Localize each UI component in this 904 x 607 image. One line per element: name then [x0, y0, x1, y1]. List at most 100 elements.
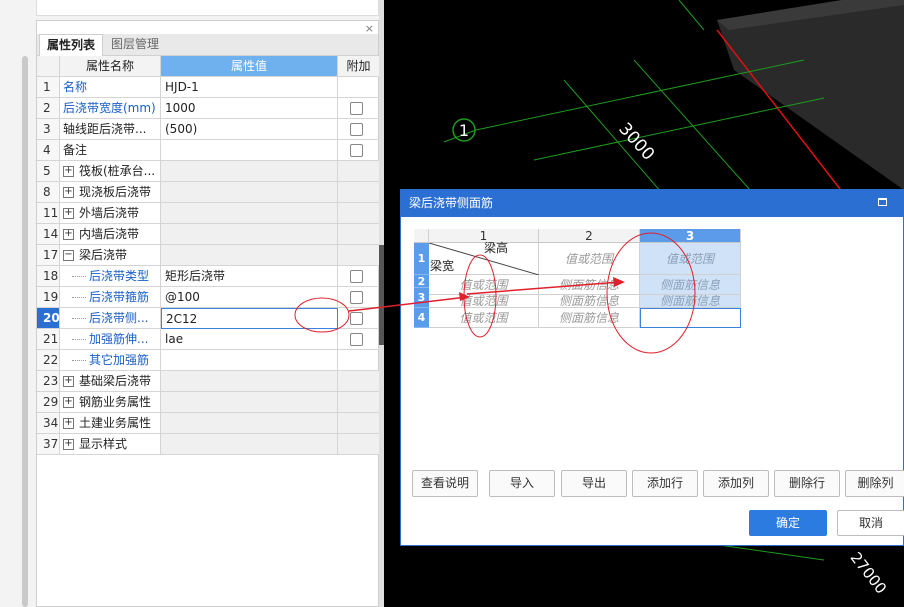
property-row[interactable]: 20 后浇带侧... 2C12···	[37, 308, 380, 329]
tab-property-list[interactable]: 属性列表	[39, 34, 104, 56]
property-row[interactable]: 21 加强筋伸... lae	[37, 329, 380, 350]
column-header-3[interactable]: 3	[640, 229, 741, 243]
table-cell[interactable]: 值或范围	[640, 243, 741, 275]
property-row[interactable]: 3 轴线距后浇带... (500)	[37, 119, 380, 140]
property-value[interactable]	[161, 350, 338, 371]
property-row[interactable]: 11 + 外墙后浇带	[37, 203, 380, 224]
add-row-button[interactable]: 添加行	[632, 470, 698, 497]
expand-icon[interactable]: +	[63, 229, 74, 240]
table-cell[interactable]: 侧面筋信息	[640, 295, 741, 308]
view-help-button[interactable]: 查看说明	[412, 470, 478, 497]
panel-scrollbar[interactable]	[22, 56, 28, 607]
attach-cell	[338, 287, 379, 308]
property-value[interactable]: lae	[161, 329, 338, 350]
expand-icon[interactable]: +	[63, 397, 74, 408]
property-value[interactable]	[161, 392, 338, 413]
attach-cell	[338, 119, 379, 140]
row-number: 18	[37, 266, 60, 287]
expand-icon[interactable]: +	[63, 418, 74, 429]
property-row[interactable]: 34 + 土建业务属性	[37, 413, 380, 434]
ok-button[interactable]: 确定	[749, 510, 827, 536]
table-cell[interactable]: 侧面筋信息	[640, 275, 741, 295]
delete-column-button[interactable]: 删除列	[845, 470, 904, 497]
expand-icon[interactable]: +	[63, 376, 74, 387]
property-value[interactable]: HJD-1	[161, 77, 338, 98]
property-row[interactable]: 4 备注	[37, 140, 380, 161]
property-value[interactable]	[161, 434, 338, 455]
delete-row-button[interactable]: 删除行	[774, 470, 840, 497]
property-name-cell: 后浇带类型	[60, 266, 161, 287]
property-value[interactable]: (500)	[161, 119, 338, 140]
property-name: 筏板(桩承台...	[79, 164, 156, 178]
property-row[interactable]: 1 名称 HJD-1	[37, 77, 380, 98]
attach-checkbox[interactable]	[350, 312, 363, 325]
export-button[interactable]: 导出	[561, 470, 627, 497]
row-number-1[interactable]: 1	[414, 243, 429, 275]
column-header-2[interactable]: 2	[539, 229, 640, 243]
attach-checkbox[interactable]	[350, 102, 363, 115]
property-row[interactable]: 17− 梁后浇带	[37, 245, 380, 266]
table-cell[interactable]: 侧面筋信息	[539, 295, 640, 308]
property-value-text: 矩形后浇带	[165, 269, 226, 283]
property-value[interactable]: 矩形后浇带	[161, 266, 338, 287]
tab-layer-management[interactable]: 图层管理	[104, 34, 166, 56]
property-value[interactable]	[161, 245, 338, 266]
attach-checkbox[interactable]	[350, 333, 363, 346]
property-list-panel: × 属性列表 图层管理 属性名称 属性值 附加 1 名称 HJD-1 2 后浇带宽度(m…	[36, 20, 379, 607]
property-value[interactable]: @100	[161, 287, 338, 308]
maximize-icon[interactable]	[878, 198, 887, 206]
property-value[interactable]	[161, 140, 338, 161]
dialog-title[interactable]: 梁后浇带侧面筋	[401, 190, 904, 217]
property-row[interactable]: 23 + 基础梁后浇带	[37, 371, 380, 392]
attach-checkbox[interactable]	[350, 144, 363, 157]
row-number: 29	[37, 392, 60, 413]
collapse-icon[interactable]: −	[63, 250, 74, 261]
property-row[interactable]: 37 + 显示样式	[37, 434, 380, 455]
row-number-2[interactable]: 2	[414, 275, 429, 288]
property-row[interactable]: 14 + 内墙后浇带	[37, 224, 380, 245]
property-value[interactable]	[161, 182, 338, 203]
property-row[interactable]: 2 后浇带宽度(mm) 1000	[37, 98, 380, 119]
property-value[interactable]	[161, 161, 338, 182]
property-row[interactable]: 5 + 筏板(桩承台...	[37, 161, 380, 182]
property-value-text: HJD-1	[165, 80, 199, 94]
axis-label: 1	[459, 121, 469, 140]
attach-checkbox[interactable]	[350, 123, 363, 136]
property-row[interactable]: 19 后浇带箍筋 @100	[37, 287, 380, 308]
property-value[interactable]	[161, 413, 338, 434]
table-cell[interactable]: 值或范围	[429, 295, 539, 308]
add-column-button[interactable]: 添加列	[703, 470, 769, 497]
property-value[interactable]	[161, 224, 338, 245]
property-value[interactable]: 1000	[161, 98, 338, 119]
cancel-button[interactable]: 取消	[837, 510, 904, 536]
tree-connector	[72, 360, 86, 361]
row-number-4[interactable]: 4	[414, 308, 429, 328]
attach-cell	[338, 266, 379, 287]
property-row[interactable]: 29 + 钢筋业务属性	[37, 392, 380, 413]
diagonal-header-cell[interactable]: 梁高 梁宽	[429, 241, 539, 275]
property-value[interactable]: 2C12···	[161, 308, 338, 329]
attach-checkbox[interactable]	[350, 270, 363, 283]
expand-icon[interactable]: +	[63, 166, 74, 177]
table-cell[interactable]: 侧面筋信息	[539, 308, 640, 328]
expand-icon[interactable]: +	[63, 439, 74, 450]
property-value[interactable]	[161, 371, 338, 392]
dimension-27000: 27000	[847, 549, 891, 598]
table-cell[interactable]: 值或范围	[539, 243, 640, 275]
table-cell[interactable]: 值或范围	[429, 308, 539, 328]
import-button[interactable]: 导入	[489, 470, 555, 497]
table-cell[interactable]: 侧面筋信息	[539, 275, 640, 295]
property-row[interactable]: 18 后浇带类型 矩形后浇带	[37, 266, 380, 287]
expand-icon[interactable]: +	[63, 208, 74, 219]
row-number: 3	[37, 119, 60, 140]
attach-cell	[338, 203, 379, 224]
property-value[interactable]	[161, 203, 338, 224]
attach-checkbox[interactable]	[350, 291, 363, 304]
expand-icon[interactable]: +	[63, 187, 74, 198]
table-cell[interactable]	[640, 308, 741, 328]
property-value-text: @100	[165, 290, 200, 304]
table-cell[interactable]: 值或范围	[429, 275, 539, 295]
row-number-3[interactable]: 3	[414, 288, 429, 308]
property-row[interactable]: 22 其它加强筋	[37, 350, 380, 371]
property-row[interactable]: 8 + 现浇板后浇带	[37, 182, 380, 203]
